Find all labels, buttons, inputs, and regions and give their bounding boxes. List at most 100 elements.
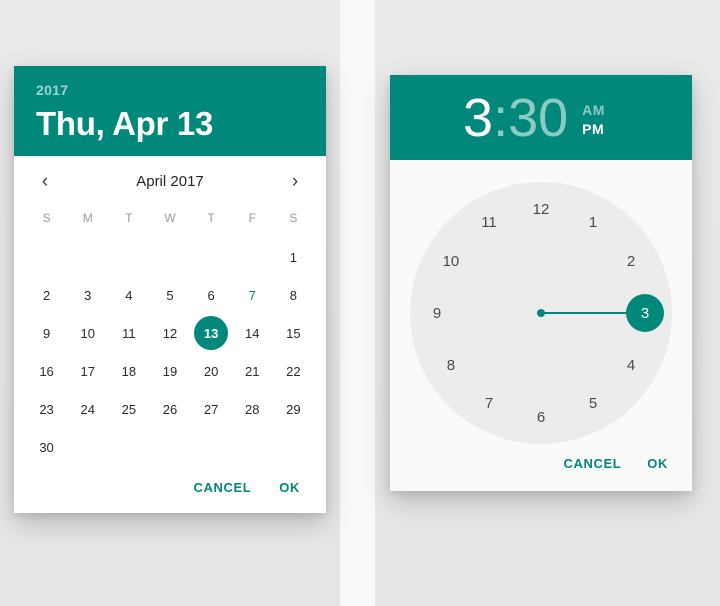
calendar-day-label: 26 <box>162 401 178 417</box>
cancel-button[interactable]: CANCEL <box>564 456 622 471</box>
calendar-blank-cell <box>108 238 149 276</box>
calendar-day-27[interactable]: 27 <box>191 390 232 428</box>
selected-date-label[interactable]: Thu, Apr 13 <box>36 102 304 146</box>
calendar-day-label: 15 <box>286 325 301 341</box>
clock-hour-7[interactable]: 7 <box>474 388 504 418</box>
calendar-day-label: 25 <box>121 401 137 417</box>
cancel-button[interactable]: CANCEL <box>194 480 252 495</box>
calendar-day-26[interactable]: 26 <box>149 390 190 428</box>
calendar-day-7[interactable]: 7 <box>232 276 273 314</box>
month-navigation: ‹ April 2017 › <box>14 156 326 198</box>
calendar-day-30[interactable]: 30 <box>26 428 67 466</box>
calendar-day-label: 10 <box>80 325 95 341</box>
calendar-day-label: 3 <box>84 287 92 303</box>
calendar-day-8[interactable]: 8 <box>273 276 314 314</box>
calendar-day-label: 12 <box>162 325 178 341</box>
calendar-day-24[interactable]: 24 <box>67 390 108 428</box>
calendar-day-label: 17 <box>80 363 95 379</box>
calendar-day-label: 6 <box>207 287 215 303</box>
calendar-day-label: 22 <box>286 363 301 379</box>
calendar-day-29[interactable]: 29 <box>273 390 314 428</box>
clock-hour-8[interactable]: 8 <box>436 350 466 380</box>
clock-hour-10[interactable]: 10 <box>436 246 466 276</box>
calendar-day-label: 29 <box>286 401 301 417</box>
selected-year-label[interactable]: 2017 <box>36 80 304 100</box>
calendar-day-label: 27 <box>203 401 219 417</box>
time-picker-actions: CANCEL OK <box>390 450 692 491</box>
calendar-day-label: 5 <box>166 287 174 303</box>
calendar-day-label: 2 <box>42 287 51 303</box>
calendar-blank-cell <box>149 238 190 276</box>
calendar-day-17[interactable]: 17 <box>67 352 108 390</box>
calendar-blank-cell <box>26 238 67 276</box>
clock-hour-2[interactable]: 2 <box>616 246 646 276</box>
clock-hour-12[interactable]: 12 <box>526 194 556 224</box>
clock-hour-6[interactable]: 6 <box>526 402 556 432</box>
calendar-day-19[interactable]: 19 <box>149 352 190 390</box>
calendar-day-1[interactable]: 1 <box>273 238 314 276</box>
hour-field[interactable]: 3 <box>463 89 493 147</box>
calendar-day-10[interactable]: 10 <box>67 314 108 352</box>
clock-hour-11[interactable]: 11 <box>474 208 504 238</box>
clock-hour-1[interactable]: 1 <box>578 208 608 238</box>
clock-hour-9[interactable]: 9 <box>422 298 452 328</box>
calendar-day-label: 4 <box>125 287 133 303</box>
calendar-day-6[interactable]: 6 <box>191 276 232 314</box>
clock-hour-4[interactable]: 4 <box>616 350 646 380</box>
chevron-right-icon[interactable]: › <box>282 168 308 194</box>
calendar-day-3[interactable]: 3 <box>67 276 108 314</box>
panel-divider-gap <box>340 0 375 606</box>
calendar-day-12[interactable]: 12 <box>149 314 190 352</box>
calendar-day-9[interactable]: 9 <box>26 314 67 352</box>
chevron-left-icon[interactable]: ‹ <box>32 168 58 194</box>
calendar-day-20[interactable]: 20 <box>191 352 232 390</box>
calendar-day-28[interactable]: 28 <box>232 390 273 428</box>
calendar-day-22[interactable]: 22 <box>273 352 314 390</box>
calendar-day-23[interactable]: 23 <box>26 390 67 428</box>
clock-face-container: 12 1 2 3 4 5 6 7 8 9 10 11 <box>390 160 692 450</box>
weekday-label-4: T <box>207 211 215 225</box>
calendar-day-15[interactable]: 15 <box>273 314 314 352</box>
calendar-day-label: 9 <box>42 325 51 341</box>
ok-button[interactable]: OK <box>647 456 668 471</box>
calendar-blank-cell <box>67 238 108 276</box>
calendar-day-label: 16 <box>39 363 54 379</box>
weekday-label-2: T <box>125 211 133 225</box>
minute-field[interactable]: 30 <box>508 89 568 147</box>
clock-hour-selector-3[interactable]: 3 <box>626 294 664 332</box>
calendar-day-label: 24 <box>80 401 95 417</box>
calendar-day-label: 14 <box>245 325 260 341</box>
weekday-header-row: SMTWTFS <box>14 198 326 234</box>
calendar-day-16[interactable]: 16 <box>26 352 67 390</box>
calendar-day-label: 8 <box>289 287 298 303</box>
calendar-day-2[interactable]: 2 <box>26 276 67 314</box>
calendar-day-14[interactable]: 14 <box>232 314 273 352</box>
calendar-blank-cell <box>191 238 232 276</box>
weekday-label-3: W <box>164 211 176 225</box>
calendar-day-25[interactable]: 25 <box>108 390 149 428</box>
calendar-day-label: 7 <box>248 287 256 303</box>
calendar-day-13[interactable]: 13 <box>191 314 232 352</box>
clock-hour-5[interactable]: 5 <box>578 388 608 418</box>
am-option[interactable]: AM <box>582 102 605 118</box>
ok-button[interactable]: OK <box>279 480 300 495</box>
calendar-day-11[interactable]: 11 <box>108 314 149 352</box>
clock-face[interactable]: 12 1 2 3 4 5 6 7 8 9 10 11 <box>410 182 672 444</box>
weekday-label-0: S <box>42 211 51 225</box>
date-picker-actions: CANCEL OK <box>14 466 326 513</box>
weekday-label-5: F <box>248 211 256 225</box>
month-year-label: April 2017 <box>136 172 204 190</box>
calendar-day-18[interactable]: 18 <box>108 352 149 390</box>
date-picker-dialog: 2017 Thu, Apr 13 ‹ April 2017 › SMTWTFS … <box>14 66 326 513</box>
calendar-blank-cell <box>232 238 273 276</box>
calendar-day-label: 18 <box>121 363 137 379</box>
calendar-day-label: 1 <box>289 249 298 265</box>
calendar-day-5[interactable]: 5 <box>149 276 190 314</box>
pm-option[interactable]: PM <box>582 121 605 137</box>
weekday-label-1: M <box>82 211 93 225</box>
calendar-day-21[interactable]: 21 <box>232 352 273 390</box>
calendar-day-label: 20 <box>203 363 219 379</box>
calendar-day-label: 19 <box>162 363 178 379</box>
calendar-day-4[interactable]: 4 <box>108 276 149 314</box>
time-picker-dialog: 3 : 30 AM PM 12 1 2 3 4 5 6 7 8 9 10 11 CANCEL OK <box>390 75 692 491</box>
